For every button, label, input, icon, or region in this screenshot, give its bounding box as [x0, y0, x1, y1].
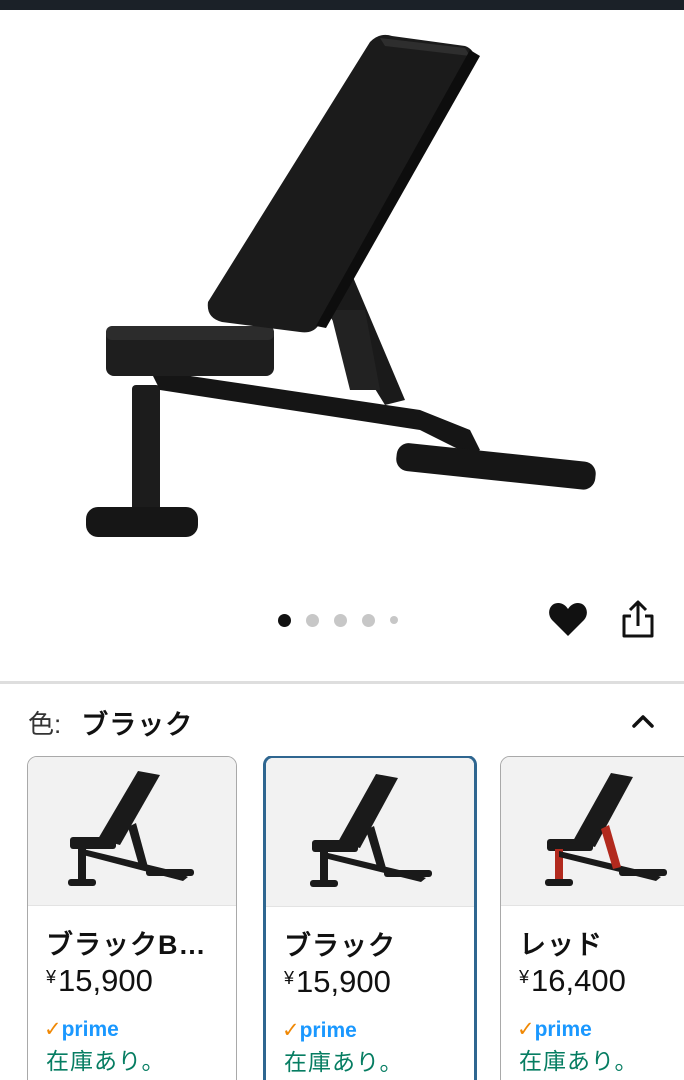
bench-image [86, 34, 596, 537]
carousel-dot[interactable] [334, 613, 347, 627]
variant-card-black[interactable]: ブラック ¥15,900 ✓prime 在庫あり。 [263, 756, 477, 1080]
variant-name: ブラック [284, 931, 396, 961]
carousel-dot[interactable] [390, 616, 398, 624]
prime-badge: ✓prime [517, 1018, 592, 1041]
carousel-dot[interactable] [278, 613, 291, 627]
variant-thumbnail [501, 757, 684, 906]
stock-status: 在庫あり。 [46, 1048, 166, 1074]
carousel-dot[interactable] [306, 613, 319, 627]
variant-price: ¥16,400 [519, 963, 626, 998]
color-label: 色: [28, 708, 62, 739]
color-variant-list[interactable]: ブラックB… ¥15,900 ✓prime 在庫あり。 ブラック ¥15,900… [0, 756, 684, 1080]
variant-price: ¥15,900 [46, 963, 153, 998]
variant-thumbnail [28, 757, 236, 906]
chevron-up-icon[interactable] [628, 706, 658, 736]
heart-icon [549, 603, 587, 636]
selected-color: ブラック [81, 709, 194, 740]
prime-badge: ✓prime [282, 1019, 357, 1042]
variant-name: レッド [519, 930, 603, 960]
carousel-dot[interactable] [362, 613, 375, 627]
bench-thumbnail [310, 774, 432, 887]
stock-status: 在庫あり。 [284, 1049, 404, 1075]
bench-thumbnail [68, 771, 194, 886]
bench-thumbnail [545, 773, 667, 886]
variant-price: ¥15,900 [284, 964, 391, 999]
product-image[interactable] [0, 10, 684, 585]
wishlist-button[interactable] [547, 600, 589, 640]
section-divider [0, 681, 684, 684]
share-button[interactable] [618, 598, 658, 642]
variant-card-red[interactable]: レッド ¥16,400 ✓prime 在庫あり。 [500, 756, 684, 1080]
status-bar [0, 0, 684, 10]
variant-name: ブラックB… [46, 930, 207, 960]
prime-badge: ✓prime [44, 1018, 119, 1041]
image-carousel-dots[interactable] [278, 613, 413, 627]
variant-thumbnail [266, 758, 474, 907]
stock-status: 在庫あり。 [519, 1048, 639, 1074]
variant-card-black-b[interactable]: ブラックB… ¥15,900 ✓prime 在庫あり。 [27, 756, 237, 1080]
color-selector-header[interactable]: 色: ブラック [28, 702, 658, 742]
share-icon [622, 600, 654, 638]
